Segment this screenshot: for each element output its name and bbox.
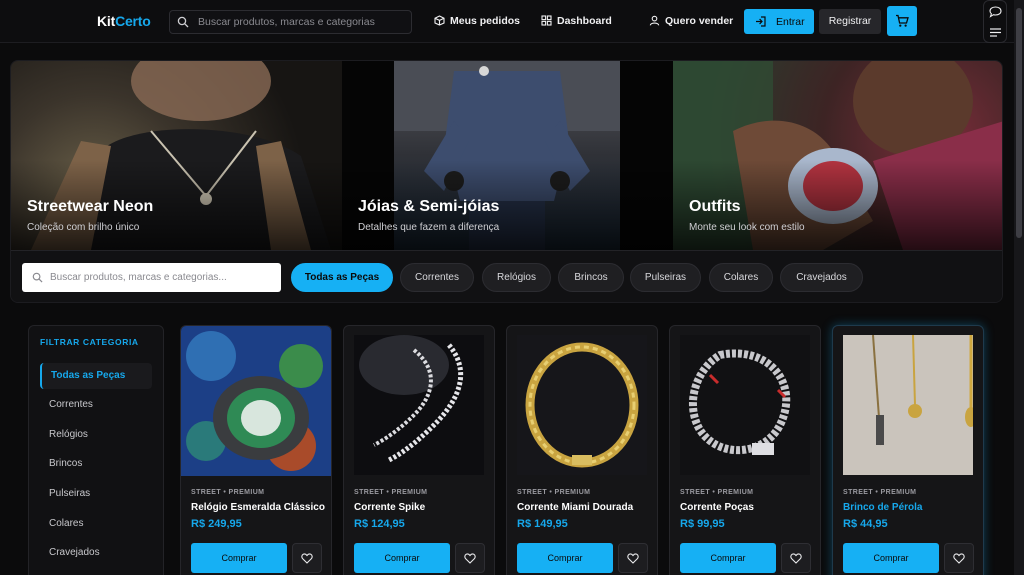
scrollbar-thumb[interactable] — [1016, 8, 1022, 238]
heart-icon — [301, 553, 313, 564]
chip-colares[interactable]: Colares — [709, 263, 773, 292]
product-tag: STREET • PREMIUM — [517, 489, 591, 496]
favorite-button[interactable] — [781, 543, 811, 573]
sidebar-item-todas-as-pecas[interactable]: Todas as Peças — [40, 363, 152, 389]
favorite-button[interactable] — [618, 543, 648, 573]
logo-text-certo: Certo — [115, 13, 151, 29]
favorite-button[interactable] — [944, 543, 974, 573]
sidebar-item-colares[interactable]: Colares — [40, 511, 152, 537]
sidebar-title: FILTRAR CATEGORIA — [40, 337, 139, 347]
buy-button[interactable]: Comprar — [843, 543, 939, 573]
chip-brincos[interactable]: Brincos — [558, 263, 624, 292]
product-card[interactable]: STREET • PREMIUM Brinco de Pérola R$ 44,… — [832, 325, 984, 575]
page-scrollbar[interactable] — [1014, 0, 1024, 575]
product-tag: STREET • PREMIUM — [680, 489, 754, 496]
hero-panel-streetwear[interactable]: Streetwear Neon Coleção com brilho único — [11, 61, 342, 250]
cart-icon — [896, 14, 909, 27]
product-image — [181, 326, 331, 476]
cart-button[interactable] — [887, 6, 917, 36]
sidebar-item-pulseiras[interactable]: Pulseiras — [40, 481, 152, 507]
product-image — [680, 335, 810, 475]
product-tag: STREET • PREMIUM — [354, 489, 428, 496]
chat-icon[interactable] — [989, 6, 1002, 18]
product-name[interactable]: Relógio Esmeralda Clássico — [191, 502, 325, 513]
search-icon — [32, 272, 43, 283]
login-label: Entrar — [776, 16, 805, 28]
product-name[interactable]: Corrente Poças — [680, 502, 814, 513]
hero-panel-subtitle: Coleção com brilho único — [27, 222, 140, 233]
product-price: R$ 99,95 — [680, 518, 725, 530]
sidebar-item-relogios[interactable]: Relógios — [40, 422, 152, 448]
hero-panel-subtitle: Monte seu look com estilo — [689, 222, 805, 233]
hero-panel-title: Streetwear Neon — [27, 198, 154, 215]
favorite-button[interactable] — [292, 543, 322, 573]
product-image — [517, 335, 647, 475]
product-tag: STREET • PREMIUM — [191, 489, 265, 496]
product-card[interactable]: STREET • PREMIUM Corrente Miami Dourada … — [506, 325, 658, 575]
sidebar-item-cravejados[interactable]: Cravejados — [40, 540, 152, 566]
sidebar-item-correntes[interactable]: Correntes — [40, 392, 152, 418]
product-tag: STREET • PREMIUM — [843, 489, 917, 496]
dashboard-link[interactable]: Dashboard — [541, 15, 612, 27]
hero-search-input[interactable]: Buscar produtos, marcas e categorias... — [22, 263, 281, 292]
register-button[interactable]: Registrar — [819, 9, 881, 34]
package-icon — [434, 15, 445, 26]
hero-panel-title: Jóias & Semi-jóias — [358, 198, 500, 215]
user-icon — [649, 15, 660, 26]
menu-icon[interactable] — [989, 27, 1002, 38]
hero-panel-jewelry[interactable]: Jóias & Semi-jóias Detalhes que fazem a … — [342, 61, 673, 250]
product-price: R$ 44,95 — [843, 518, 888, 530]
product-name[interactable]: Brinco de Pérola — [843, 502, 977, 513]
my-orders-label: Meus pedidos — [450, 15, 521, 27]
product-image — [843, 335, 973, 475]
buy-button[interactable]: Comprar — [191, 543, 287, 573]
chip-pulseiras[interactable]: Pulseiras — [630, 263, 701, 292]
heart-icon — [627, 553, 639, 564]
buy-button[interactable]: Comprar — [354, 543, 450, 573]
product-price: R$ 124,95 — [354, 518, 405, 530]
heart-icon — [464, 553, 476, 564]
product-card[interactable]: STREET • PREMIUM Corrente Spike R$ 124,9… — [343, 325, 495, 575]
buy-button[interactable]: Comprar — [680, 543, 776, 573]
hero-filter-bar: Buscar produtos, marcas e categorias... … — [11, 250, 1002, 302]
hero-banner: Streetwear Neon Coleção com brilho único… — [10, 60, 1003, 303]
favorite-button[interactable] — [455, 543, 485, 573]
product-image — [354, 335, 484, 475]
product-card[interactable]: STREET • PREMIUM Relógio Esmeralda Cláss… — [180, 325, 332, 575]
hero-search-placeholder: Buscar produtos, marcas e categorias... — [50, 272, 227, 283]
hero-panel-subtitle: Detalhes que fazem a diferença — [358, 222, 500, 233]
search-icon — [177, 16, 189, 28]
heart-icon — [953, 553, 965, 564]
category-filter-sidebar: FILTRAR CATEGORIA Todas as Peças Corrent… — [28, 325, 164, 575]
chip-correntes[interactable]: Correntes — [400, 263, 474, 292]
dashboard-icon — [541, 15, 552, 26]
hero-panel-outfits[interactable]: Outfits Monte seu look com estilo — [673, 61, 1002, 250]
buy-button[interactable]: Comprar — [517, 543, 613, 573]
header-search-input[interactable]: Buscar produtos, marcas e categorias — [169, 10, 412, 34]
sell-link[interactable]: Quero vender — [649, 15, 734, 27]
header-search-placeholder: Buscar produtos, marcas e categorias — [198, 16, 375, 28]
top-navbar: KitCerto Buscar produtos, marcas e categ… — [0, 0, 1014, 43]
logo-text-kit: Kit — [97, 13, 116, 29]
product-price: R$ 149,95 — [517, 518, 568, 530]
logo[interactable]: KitCerto — [97, 13, 151, 29]
product-name[interactable]: Corrente Spike — [354, 502, 488, 513]
heart-icon — [790, 553, 802, 564]
my-orders-link[interactable]: Meus pedidos — [434, 15, 521, 27]
chip-cravejados[interactable]: Cravejados — [780, 263, 863, 292]
sell-label: Quero vender — [665, 15, 734, 27]
product-price: R$ 249,95 — [191, 518, 242, 530]
sidebar-item-brincos[interactable]: Brincos — [40, 451, 152, 477]
login-icon — [756, 16, 766, 27]
login-button[interactable]: Entrar — [744, 9, 814, 34]
product-card[interactable]: STREET • PREMIUM Corrente Poças R$ 99,95… — [669, 325, 821, 575]
side-widget — [983, 0, 1007, 43]
product-name[interactable]: Corrente Miami Dourada — [517, 502, 651, 513]
chip-todas-as-pecas[interactable]: Todas as Peças — [291, 263, 393, 292]
dashboard-label: Dashboard — [557, 15, 612, 27]
hero-panel-title: Outfits — [689, 198, 741, 215]
chip-relogios[interactable]: Relógios — [482, 263, 551, 292]
